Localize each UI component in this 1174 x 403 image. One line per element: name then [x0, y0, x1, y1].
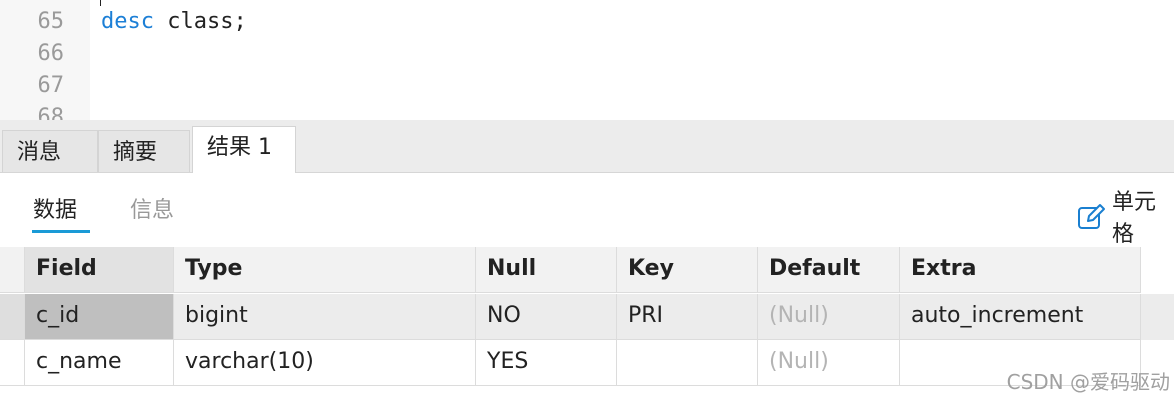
row-marker[interactable] [0, 294, 25, 340]
result-subtab-bar: 数据 信息 单元格 [0, 173, 1174, 247]
line-number-gutter: 65 66 67 68 [0, 0, 90, 120]
subtab-data[interactable]: 数据 [33, 195, 77, 227]
line-number: 65 [37, 9, 65, 34]
cell-edit-label: 单元格 [1112, 190, 1157, 247]
table-cell-default[interactable]: (Null) [758, 340, 900, 386]
table-cell-extra[interactable]: auto_increment [900, 294, 1141, 340]
sql-editor[interactable]: 65 66 67 68 desc class; [0, 0, 1174, 120]
table-row[interactable]: c_name varchar(10) YES (Null) [0, 340, 1174, 386]
line-number: 68 [37, 105, 65, 120]
row-header-corner [0, 247, 25, 293]
table-cell-field[interactable]: c_name [25, 340, 174, 386]
table-cell-type[interactable]: varchar(10) [174, 340, 476, 386]
tab-result-1[interactable]: 结果 1 [192, 126, 296, 173]
column-header-default[interactable]: Default [758, 247, 900, 293]
active-subtab-underline [32, 230, 90, 233]
column-header-key[interactable]: Key [617, 247, 758, 293]
line-number: 66 [37, 41, 65, 66]
column-header-field[interactable]: Field [25, 247, 174, 293]
watermark: CSDN @爱码驱动 [1006, 370, 1170, 394]
column-header-extra[interactable]: Extra [900, 247, 1141, 293]
table-cell-null[interactable]: YES [476, 340, 617, 386]
table-cell-key[interactable] [617, 340, 758, 386]
tab-summary[interactable]: 摘要 [98, 130, 190, 172]
sql-text: class; [153, 9, 247, 34]
column-header-type[interactable]: Type [174, 247, 476, 293]
row-marker[interactable] [0, 340, 25, 386]
table-row[interactable]: c_id bigint NO PRI (Null) auto_increment [0, 294, 1174, 340]
cell-edit-button[interactable]: 单元格 [1076, 190, 1174, 247]
sql-keyword: desc [101, 9, 154, 34]
code-line[interactable]: desc class; [101, 6, 247, 38]
result-grid[interactable]: Field Type Null Key Default Extra c_id b… [0, 247, 1174, 403]
tab-messages[interactable]: 消息 [2, 130, 98, 172]
table-cell-field[interactable]: c_id [25, 294, 174, 340]
pencil-edit-icon [1076, 201, 1106, 231]
line-number: 67 [37, 73, 65, 98]
table-cell-default[interactable]: (Null) [758, 294, 900, 340]
table-cell-type[interactable]: bigint [174, 294, 476, 340]
table-cell-null[interactable]: NO [476, 294, 617, 340]
result-tab-bar: 消息 摘要 结果 1 [0, 120, 1174, 173]
column-header-null[interactable]: Null [476, 247, 617, 293]
subtab-info[interactable]: 信息 [130, 195, 174, 227]
grid-header-row: Field Type Null Key Default Extra [0, 247, 1174, 293]
table-cell-key[interactable]: PRI [617, 294, 758, 340]
